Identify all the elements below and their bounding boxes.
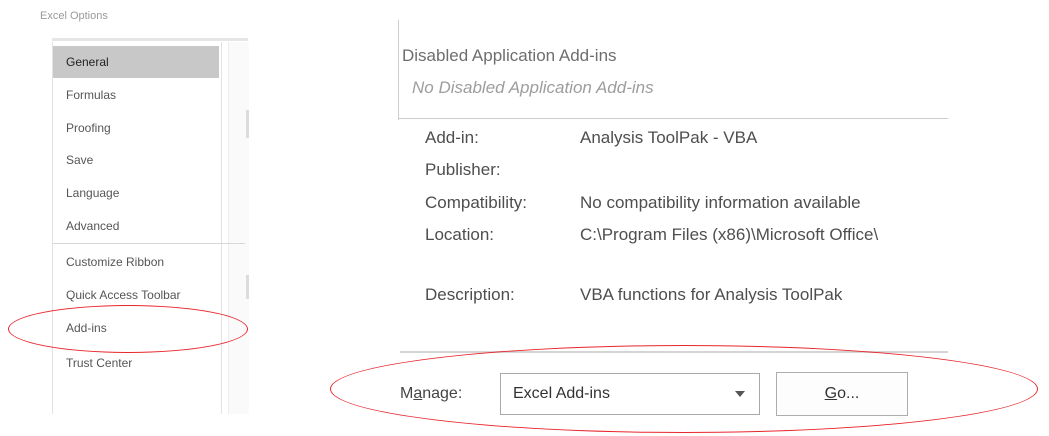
addin-label: Add-in: (425, 128, 479, 147)
compatibility-value: No compatibility information available (580, 193, 861, 212)
scrollbar-marker (246, 275, 249, 299)
window-title: Excel Options (40, 10, 108, 22)
sidebar-gutter (228, 42, 249, 414)
disabled-addins-empty: No Disabled Application Add-ins (412, 78, 654, 97)
disabled-addins-heading: Disabled Application Add-ins (402, 46, 617, 65)
sidebar-top-border (52, 38, 248, 41)
sidebar-item-formulas[interactable]: Formulas (53, 79, 219, 111)
sidebar-item-proofing[interactable]: Proofing (53, 112, 219, 144)
sidebar-item-general[interactable]: General (53, 46, 219, 78)
disabled-addins-border-bottom (398, 118, 948, 119)
addin-value: Analysis ToolPak - VBA (580, 128, 758, 147)
description-label: Description: (425, 285, 515, 304)
sidebar-item-save[interactable]: Save (53, 144, 219, 176)
location-value: C:\Program Files (x86)\Microsoft Office\ (580, 225, 879, 244)
publisher-label: Publisher: (425, 160, 501, 179)
annotation-ellipse-manage (330, 345, 1038, 433)
description-value: VBA functions for Analysis ToolPak (580, 285, 843, 304)
location-label: Location: (425, 225, 494, 244)
annotation-ellipse-addins (8, 305, 248, 353)
disabled-addins-border (398, 20, 399, 120)
sidebar-item-language[interactable]: Language (53, 177, 219, 209)
sidebar-item-customize-ribbon[interactable]: Customize Ribbon (53, 246, 219, 278)
sidebar-divider (53, 243, 245, 244)
compatibility-label: Compatibility: (425, 193, 528, 212)
sidebar-item-advanced[interactable]: Advanced (53, 210, 219, 242)
scrollbar-marker (246, 110, 249, 138)
